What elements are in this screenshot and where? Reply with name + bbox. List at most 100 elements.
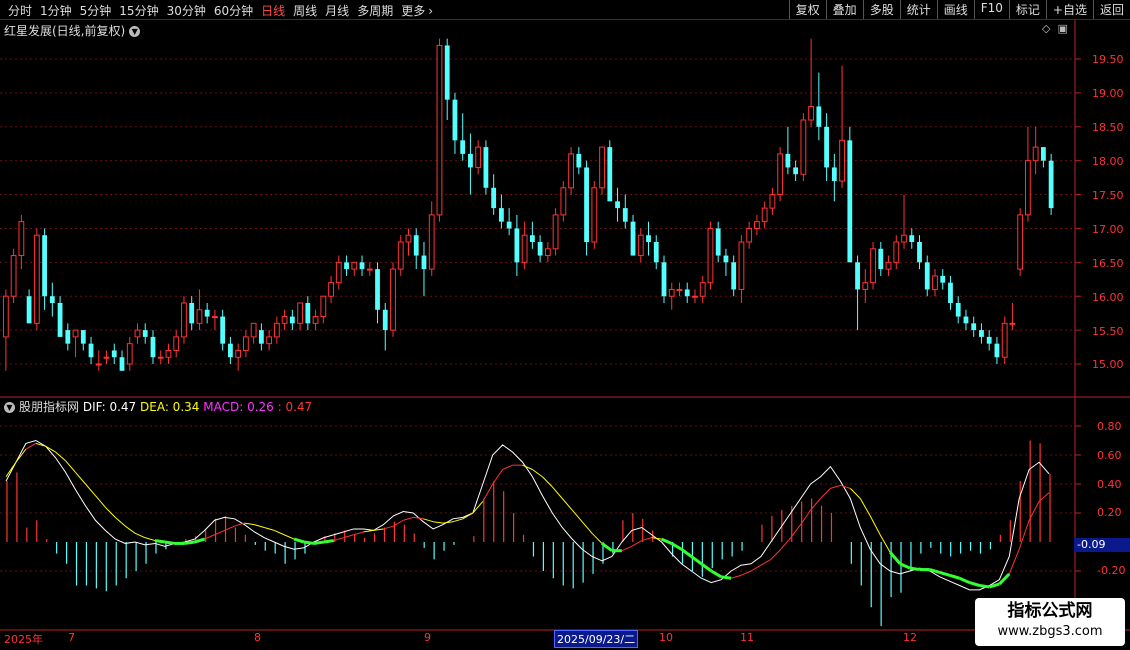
dea-line-segment (591, 532, 603, 544)
macd-tick-label: 0.60 (1097, 449, 1122, 462)
candle-body (444, 45, 450, 100)
macd-value: MACD: 0.26 (203, 400, 274, 414)
candle-body (885, 261, 892, 270)
candle-body (615, 201, 620, 209)
dea-line-segment (154, 539, 166, 544)
candle-body (95, 363, 102, 366)
candle-body (382, 309, 388, 331)
candle-body (878, 248, 884, 270)
candle-body (529, 235, 535, 242)
candle-body (26, 296, 32, 324)
dea-line-segment (939, 571, 951, 577)
candle-body (630, 221, 636, 256)
candle-body (785, 153, 791, 168)
candle-body (335, 261, 342, 284)
candle-body (258, 330, 264, 344)
candle-body (366, 268, 373, 271)
macd-tick-label: -0.20 (1097, 564, 1126, 577)
candle-body (1048, 160, 1054, 209)
candle-body (1040, 147, 1046, 161)
dif-line (5, 439, 1050, 591)
candle-body (909, 235, 915, 242)
candle-body (761, 207, 768, 223)
candle-body (242, 336, 249, 351)
candle-body (397, 241, 404, 270)
dea-line-segment (104, 506, 116, 518)
candle-body (273, 322, 280, 338)
dea-line-segment (124, 525, 136, 534)
dea-line-segment (403, 516, 414, 521)
candle-body (544, 248, 551, 257)
dea-line-segment (95, 495, 106, 508)
candle-body (979, 330, 984, 337)
watermark-logo: 指标公式网 www.zbgs3.com (975, 598, 1125, 646)
candle-body (181, 302, 187, 338)
candle-body (986, 336, 992, 344)
dea-line-segment (869, 515, 881, 535)
dea-line-segment (502, 464, 513, 470)
candle-body (405, 234, 412, 243)
candle-body (847, 140, 853, 263)
dea-line-segment (551, 486, 563, 499)
candle-body (521, 234, 528, 263)
candle-body (42, 235, 47, 297)
dea-value: DEA: 0.34 (140, 400, 200, 414)
candle-body (855, 262, 860, 290)
candle-body (963, 316, 969, 324)
dea-line-segment (264, 527, 275, 531)
candle-body (707, 227, 714, 284)
dea-line-segment (621, 545, 633, 552)
candle-body (142, 330, 148, 337)
dea-line-segment (254, 524, 265, 528)
candle-body (940, 275, 946, 283)
dea-line-segment (244, 522, 255, 526)
dea-line-segment (770, 548, 782, 560)
candle-body (1025, 160, 1031, 216)
candle-body (103, 356, 110, 359)
dea-line-segment (849, 488, 861, 499)
candle-body (568, 153, 574, 189)
chart-canvas[interactable] (0, 0, 1130, 650)
candle-body (88, 343, 94, 358)
candle-body (715, 228, 721, 256)
dea-line-segment (134, 532, 146, 539)
candle-body (413, 235, 419, 256)
dea-line-segment (532, 469, 543, 478)
dif-value: DIF: 0.47 (82, 400, 137, 414)
candle-body (436, 44, 443, 216)
macd-tick-label: 0.80 (1097, 420, 1122, 433)
dea-line-segment (750, 564, 762, 572)
candle-body (576, 153, 582, 168)
candle-body (80, 330, 86, 344)
dea-line-segment (423, 518, 434, 523)
candle-body (499, 208, 504, 222)
date-label: 9 (424, 631, 431, 644)
macd-tick-label: 0.40 (1097, 478, 1122, 491)
dea-line-segment (433, 521, 444, 524)
dea-line-segment (85, 483, 96, 496)
dea-line-segment (710, 569, 722, 579)
candle-body (297, 302, 303, 324)
dea-line-segment (452, 518, 464, 523)
candle-body (591, 187, 598, 243)
candle-body (676, 288, 683, 291)
date-label: 7 (68, 631, 75, 644)
dea-line-segment (820, 488, 831, 499)
candle-body (699, 282, 706, 297)
candle-body (10, 255, 17, 297)
dea-line-segment (840, 484, 851, 489)
date-label: 12 (903, 631, 917, 644)
candle-body (468, 153, 473, 168)
candle-body (901, 234, 907, 243)
dea-line-segment (15, 448, 27, 463)
candle-body (552, 214, 559, 250)
candle-body (917, 242, 922, 263)
candle-body (305, 303, 311, 324)
chevron-down-icon[interactable]: ▼ (4, 402, 15, 413)
candle-body (312, 316, 319, 324)
candle-body (119, 357, 125, 371)
candle-body (134, 329, 141, 338)
dea-line-segment (462, 512, 474, 520)
dea-line-segment (979, 584, 990, 589)
candle-body (220, 316, 226, 344)
